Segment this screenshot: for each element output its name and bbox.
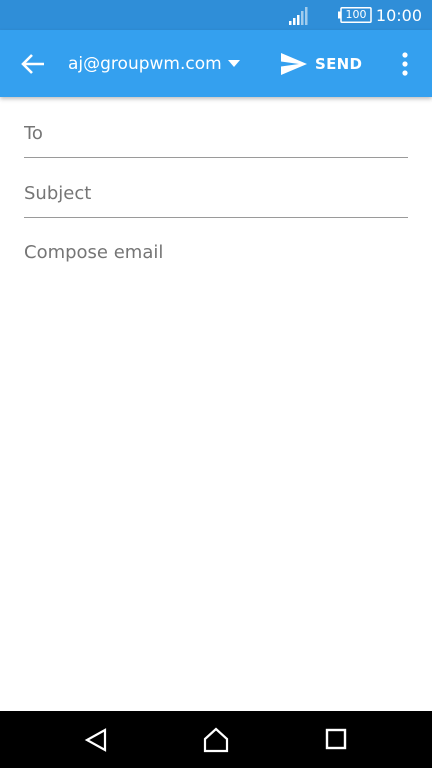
nav-home-icon[interactable] [202, 726, 230, 754]
triangle-down-icon [227, 59, 240, 67]
battery-level-text: 100 [345, 8, 367, 21]
send-button[interactable]: SEND [280, 30, 362, 97]
to-divider [24, 157, 408, 158]
to-field[interactable] [24, 118, 408, 148]
app-bar: aj@groupwm.com SEND [0, 30, 432, 97]
navigation-bar [0, 711, 432, 768]
send-label: SEND [315, 54, 363, 73]
nav-recents-square-icon[interactable] [325, 728, 347, 750]
more-vertical-icon[interactable] [394, 50, 416, 78]
nav-back-triangle-icon[interactable] [83, 727, 109, 753]
cellular-signal-icon [289, 7, 308, 25]
arrow-left-icon[interactable] [18, 50, 48, 78]
account-selector[interactable]: aj@groupwm.com [68, 30, 240, 97]
status-time: 10:00 [375, 6, 422, 25]
send-plane-icon [281, 52, 307, 75]
compose-screen: 100 10:00 aj@groupwm.com SEND [0, 0, 432, 768]
compose-body-field[interactable] [24, 242, 408, 682]
subject-divider [24, 217, 408, 218]
status-bar: 100 10:00 [0, 0, 432, 30]
battery-icon: 100 [338, 7, 372, 23]
account-email: aj@groupwm.com [68, 53, 222, 74]
subject-field[interactable] [24, 178, 408, 208]
